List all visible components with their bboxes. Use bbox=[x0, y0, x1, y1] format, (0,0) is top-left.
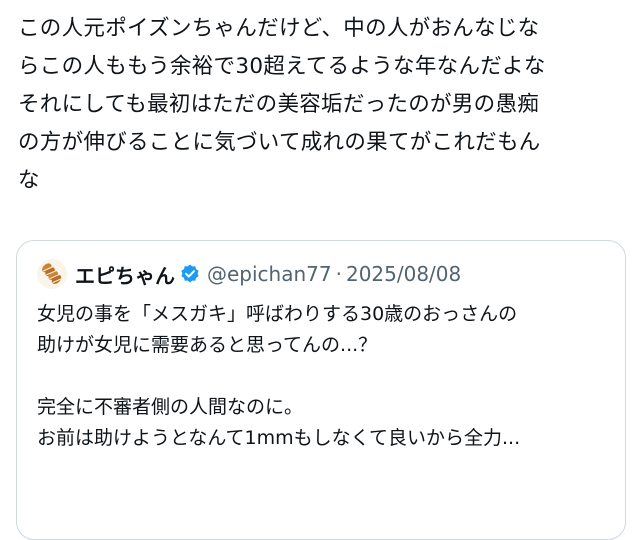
post-text: この人元ポイズンちゃんだけど、中の人がおんなじな らこの人ももう余裕で30超えて… bbox=[18, 10, 626, 200]
verified-badge-icon bbox=[179, 263, 201, 285]
user-handle[interactable]: @epichan77 bbox=[207, 262, 332, 286]
post-text-line: それにしても最初はただの美容垢だったのが男の愚痴 bbox=[18, 92, 540, 117]
post-text-line: の方が伸びることに気づいて成れの果てがこれだもん bbox=[18, 130, 541, 155]
quoted-post-text: 女児の事を「メスガキ」呼ばわりする30歳のおっさんの 助けが女児に需要あると思っ… bbox=[37, 299, 612, 454]
twisted-pastry-icon bbox=[42, 263, 63, 284]
post-text-line: らこの人ももう余裕で30超えてるような年なんだよな bbox=[18, 54, 546, 79]
quoted-post-line: 助けが女児に需要あると思ってんの...？ bbox=[37, 334, 378, 356]
quoted-post-card[interactable]: エピちゃん @epichan77 · 2025/08/08 女児の事を「メスガキ… bbox=[16, 240, 626, 540]
quoted-post-line: 女児の事を「メスガキ」呼ばわりする30歳のおっさんの bbox=[37, 303, 518, 325]
separator-dot: · bbox=[335, 262, 342, 286]
quoted-post-line: 完全に不審者側の人間なのに。 bbox=[37, 396, 304, 418]
display-name[interactable]: エピちゃん bbox=[75, 260, 175, 289]
quoted-post-line bbox=[37, 361, 612, 392]
post-text-line: この人元ポイズンちゃんだけど、中の人がおんなじな bbox=[18, 16, 540, 41]
quoted-post-header: エピちゃん @epichan77 · 2025/08/08 bbox=[37, 257, 461, 291]
post-text-line: な bbox=[18, 168, 40, 193]
quoted-post-line: お前は助けようとなんて1mmもしなくて良いから全力... bbox=[37, 427, 521, 449]
post-date[interactable]: 2025/08/08 bbox=[346, 262, 461, 286]
avatar[interactable] bbox=[37, 259, 67, 289]
